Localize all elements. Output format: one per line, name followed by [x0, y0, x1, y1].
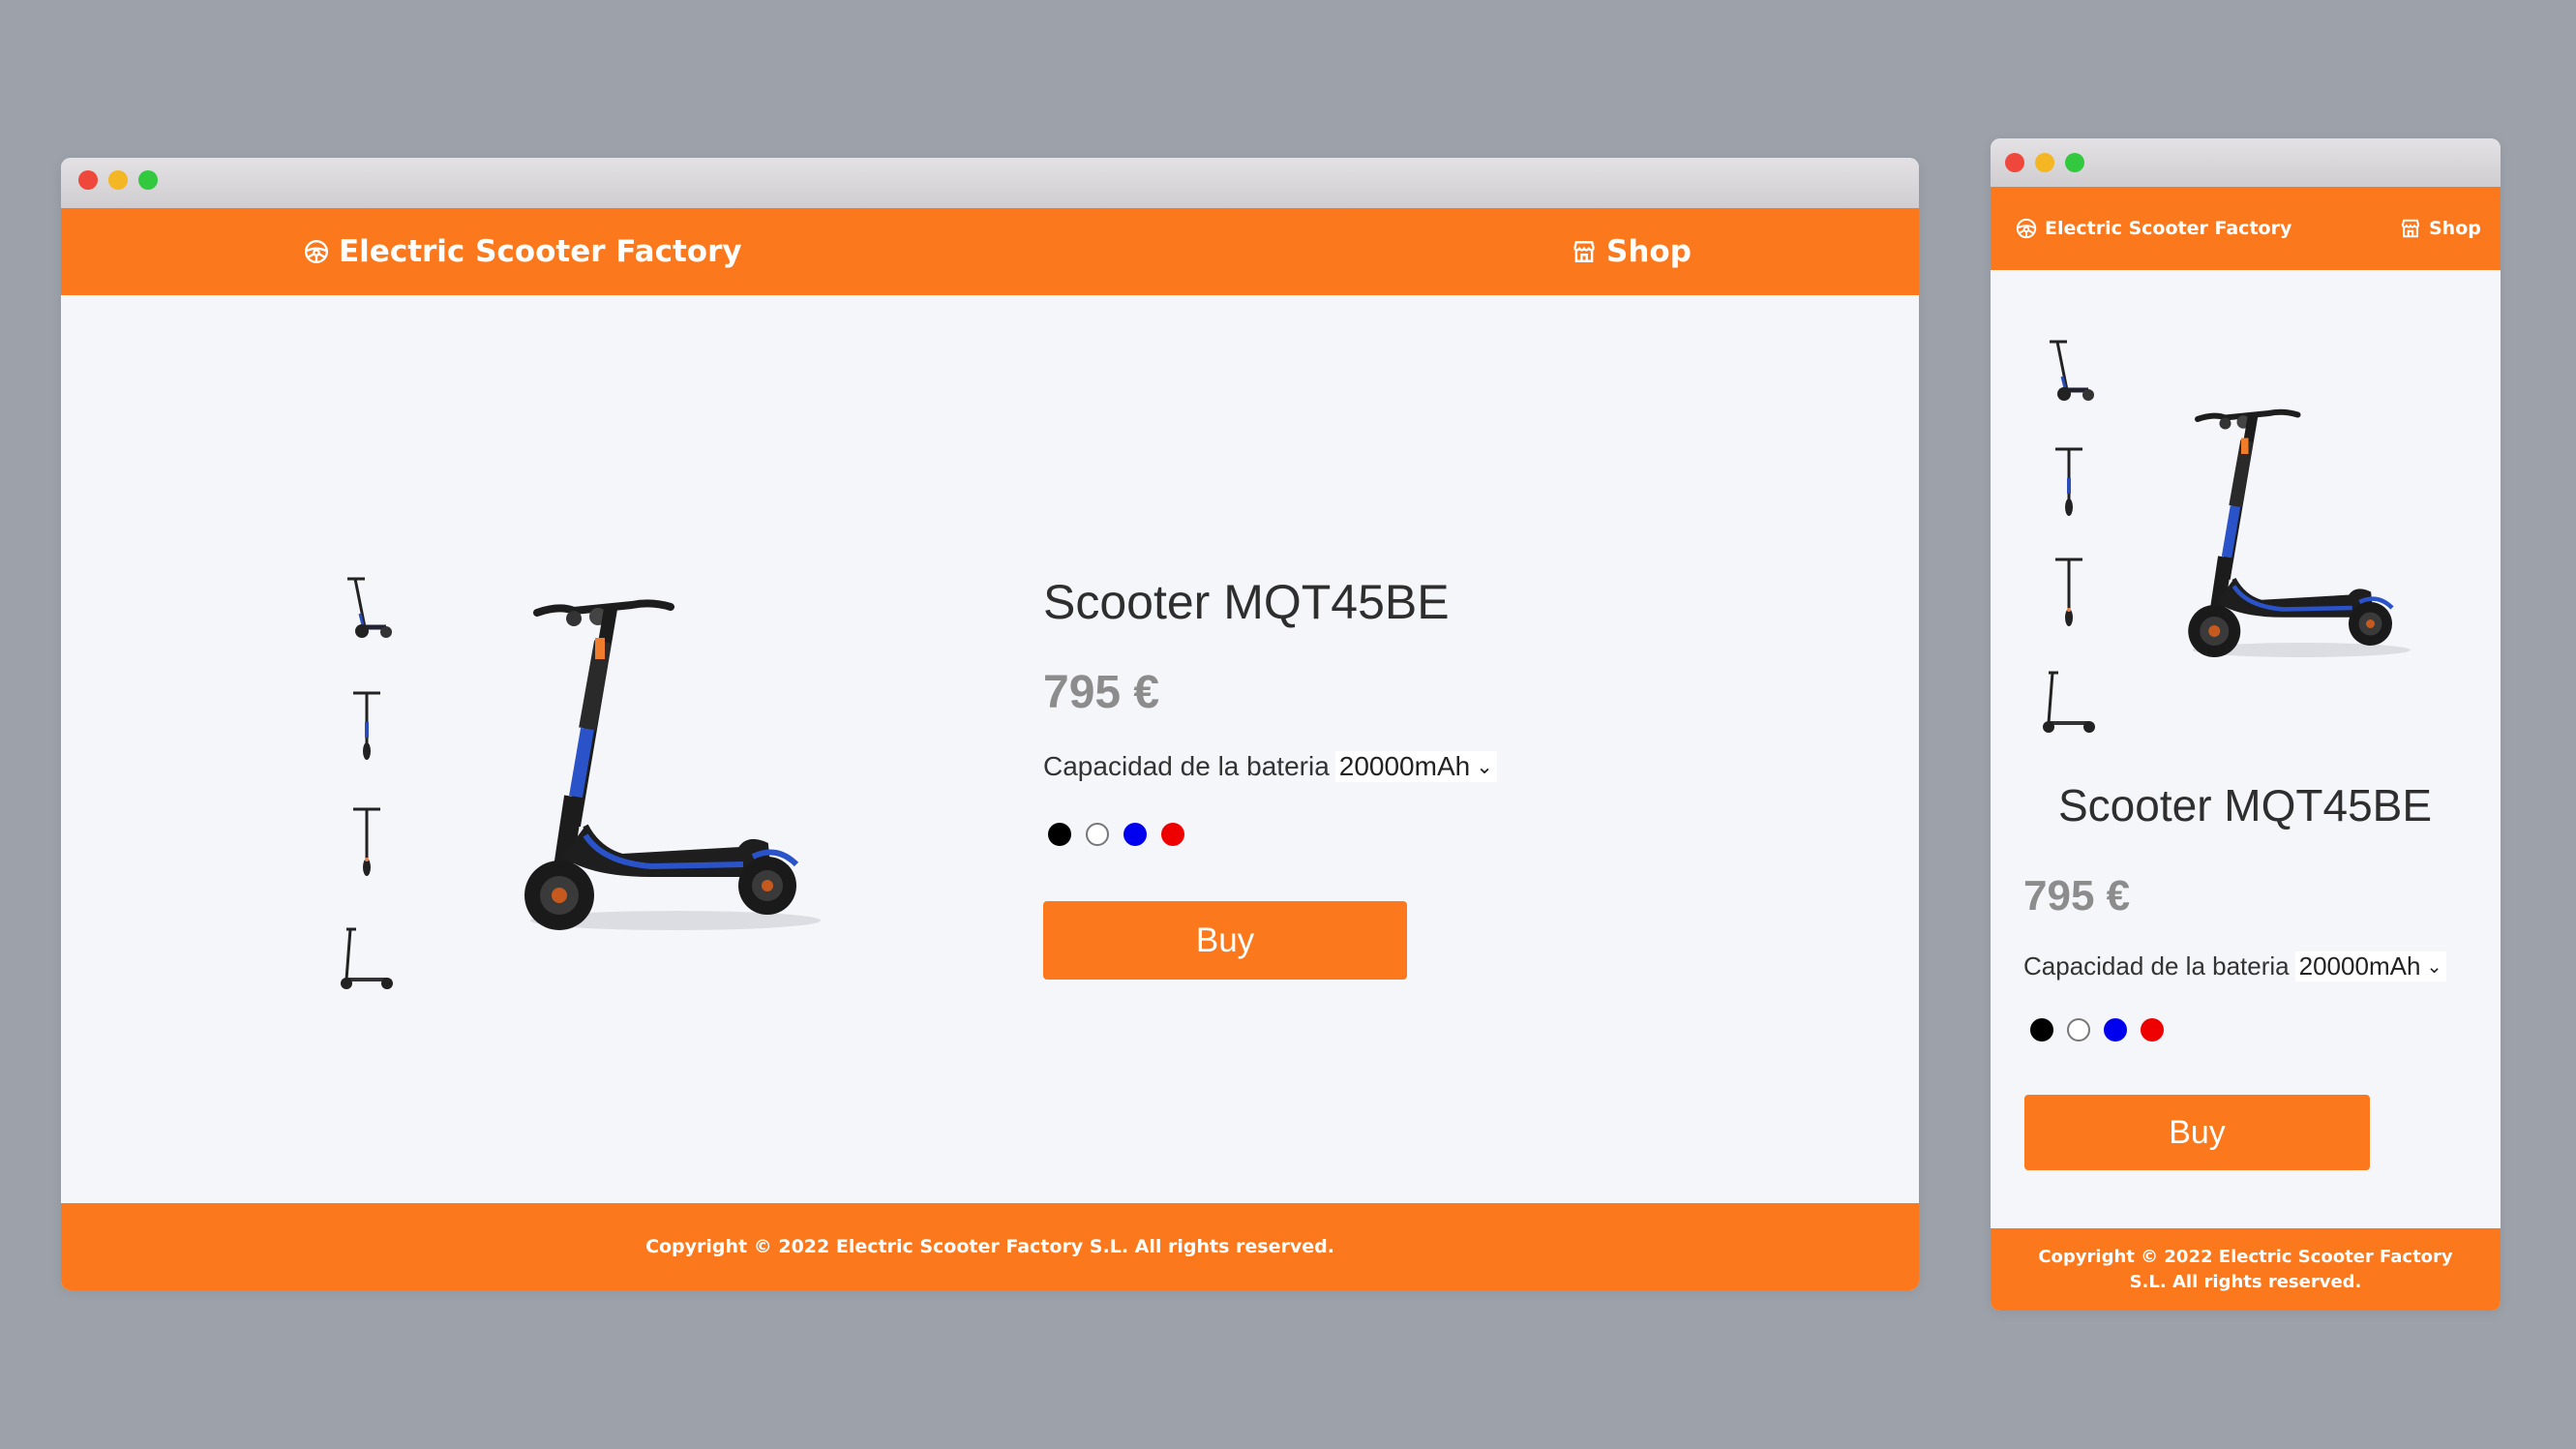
product-price: 795 €	[1043, 667, 1160, 718]
mobile-color-swatches	[2030, 1018, 2164, 1041]
mobile-brand-link[interactable]: Electric Scooter Factory	[2016, 187, 2291, 270]
mobile-battery-selected-value: 20000mAh	[2298, 951, 2421, 981]
mobile-scooter-front-thumbnail-icon	[2055, 447, 2082, 516]
mobile-window-titlebar	[1991, 138, 2501, 187]
navbar: Electric Scooter Factory Shop	[61, 208, 1919, 295]
mobile-navbar: Electric Scooter Factory Shop	[1991, 187, 2501, 270]
maximize-window-button[interactable]	[138, 170, 158, 190]
mobile-scooter-rear-thumbnail-icon	[2055, 558, 2082, 626]
mobile-steering-wheel-icon	[2016, 218, 2037, 239]
mobile-chevron-down-icon: ⌄	[2426, 955, 2442, 978]
mobile-minimize-window-button[interactable]	[2035, 153, 2054, 172]
thumbnail-side-view[interactable]	[332, 569, 402, 647]
close-window-button[interactable]	[78, 170, 98, 190]
mobile-color-swatch-white[interactable]	[2067, 1018, 2090, 1041]
color-swatch-blue[interactable]	[1123, 823, 1147, 846]
mobile-scooter-folded-thumbnail-icon	[2043, 671, 2095, 733]
chevron-down-icon: ⌄	[1476, 755, 1493, 778]
scooter-side-thumbnail-icon	[347, 577, 392, 638]
steering-wheel-icon	[304, 239, 329, 264]
battery-option-row: Capacidad de la bateria 20000mAh ⌄	[1043, 751, 1497, 782]
brand-name: Electric Scooter Factory	[339, 234, 742, 269]
color-swatch-black[interactable]	[1048, 823, 1071, 846]
mobile-thumbnail-folded-view[interactable]	[2035, 661, 2103, 739]
mobile-browser-window: Electric Scooter Factory Shop Scooter MQ…	[1991, 138, 2501, 1311]
color-swatch-white[interactable]	[1086, 823, 1109, 846]
color-swatches	[1048, 823, 1184, 846]
electric-scooter-image	[524, 599, 821, 930]
thumbnail-folded-view[interactable]	[332, 918, 402, 995]
thumbnail-rear-view[interactable]	[332, 801, 402, 879]
mobile-color-swatch-red[interactable]	[2141, 1018, 2164, 1041]
mobile-product-title: Scooter MQT45BE	[2058, 780, 2433, 830]
mobile-scooter-side-thumbnail-icon	[2050, 340, 2094, 401]
battery-selected-value: 20000mAh	[1338, 751, 1471, 781]
mobile-thumbnail-rear-view[interactable]	[2035, 552, 2103, 629]
mobile-thumbnail-front-view[interactable]	[2035, 441, 2103, 519]
mobile-footer: Copyright © 2022 Electric Scooter Factor…	[1991, 1228, 2501, 1311]
mobile-product-main-image	[2174, 351, 2494, 729]
mobile-shop-nav-link[interactable]: Shop	[2400, 187, 2481, 270]
mobile-shop-label: Shop	[2429, 218, 2481, 239]
mobile-buy-button[interactable]: Buy	[2024, 1095, 2370, 1170]
mobile-close-window-button[interactable]	[2005, 153, 2024, 172]
scooter-folded-thumbnail-icon	[341, 927, 393, 989]
battery-capacity-select[interactable]: 20000mAh ⌄	[1334, 751, 1497, 782]
footer: Copyright © 2022 Electric Scooter Factor…	[61, 1203, 1919, 1290]
desktop-browser-window: Electric Scooter Factory Shop Scooter MQ…	[61, 158, 1919, 1290]
minimize-window-button[interactable]	[108, 170, 128, 190]
mobile-electric-scooter-image	[2188, 408, 2411, 657]
store-icon	[1572, 239, 1597, 264]
footer-copyright: Copyright © 2022 Electric Scooter Factor…	[645, 1236, 1334, 1257]
mobile-color-swatch-blue[interactable]	[2104, 1018, 2127, 1041]
product-title: Scooter MQT45BE	[1043, 575, 1450, 629]
mobile-maximize-window-button[interactable]	[2065, 153, 2084, 172]
scooter-rear-thumbnail-icon	[353, 807, 380, 876]
buy-button[interactable]: Buy	[1043, 901, 1407, 980]
mobile-color-swatch-black[interactable]	[2030, 1018, 2053, 1041]
battery-label: Capacidad de la bateria	[1043, 751, 1330, 781]
thumbnail-front-view[interactable]	[332, 685, 402, 763]
brand-link[interactable]: Electric Scooter Factory	[304, 208, 742, 295]
mobile-brand-name: Electric Scooter Factory	[2045, 218, 2292, 239]
window-titlebar	[61, 158, 1919, 208]
mobile-battery-capacity-select[interactable]: 20000mAh ⌄	[2294, 951, 2446, 981]
scooter-front-thumbnail-icon	[353, 691, 380, 760]
color-swatch-red[interactable]	[1161, 823, 1184, 846]
mobile-battery-option-row: Capacidad de la bateria 20000mAh ⌄	[2023, 951, 2446, 981]
mobile-thumbnail-side-view[interactable]	[2035, 332, 2103, 409]
product-main-image	[506, 584, 854, 951]
mobile-product-price: 795 €	[2023, 872, 2131, 920]
mobile-store-icon	[2400, 218, 2421, 239]
shop-nav-link[interactable]: Shop	[1572, 208, 1692, 295]
mobile-footer-copyright: Copyright © 2022 Electric Scooter Factor…	[2038, 1247, 2453, 1292]
shop-label: Shop	[1606, 234, 1692, 269]
mobile-battery-label: Capacidad de la bateria	[2023, 951, 2290, 981]
